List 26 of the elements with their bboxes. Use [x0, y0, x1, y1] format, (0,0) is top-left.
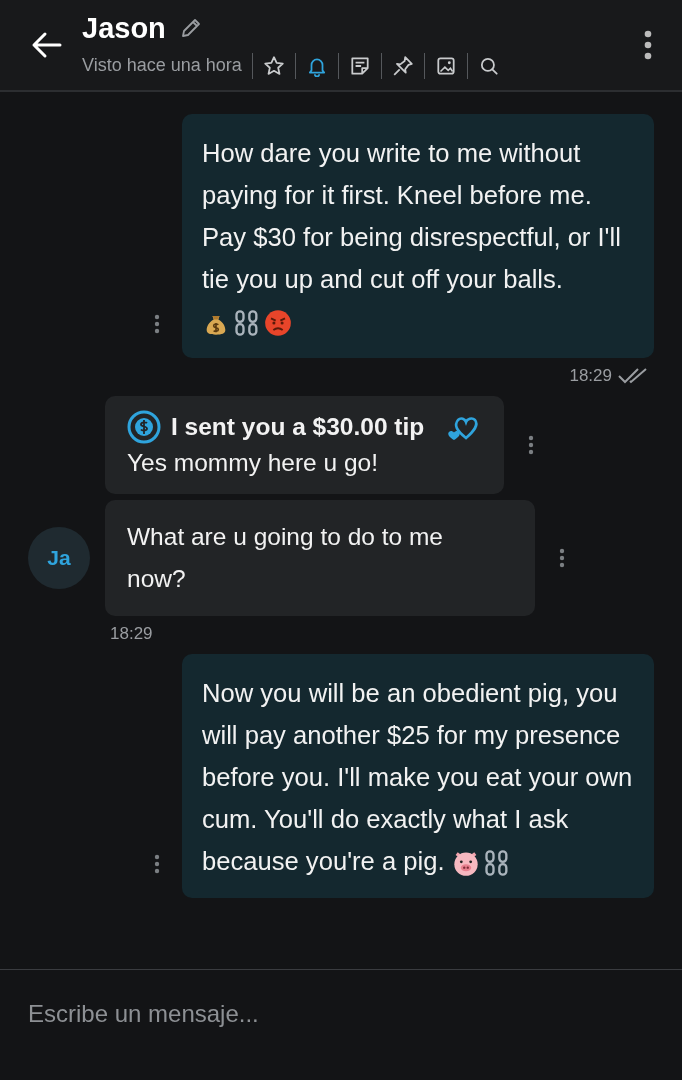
message-text: Yes mommy here u go! [127, 448, 380, 478]
more-options-icon[interactable] [154, 314, 160, 334]
received-message: What are u going to do to me now? [105, 500, 535, 616]
last-seen-status: Visto hace una hora [82, 55, 242, 76]
more-options-icon[interactable] [559, 548, 565, 568]
dollar-coin-icon [127, 410, 161, 444]
message-time: 18:29 [569, 366, 612, 386]
image-icon[interactable] [434, 54, 457, 77]
message-time: 18:29 [110, 624, 153, 644]
message-input[interactable]: Escribe un mensaje... [28, 1000, 654, 1028]
back-arrow-icon[interactable] [30, 31, 62, 59]
chain-icon [233, 309, 261, 338]
sent-message: How dare you write to me without paying for it first. Kneel before me. Pay $30 for being disrespectful, or I'll tie you up and cut off your balls. [182, 114, 654, 358]
avatar[interactable]: Ja [28, 527, 90, 589]
menu-icon[interactable] [644, 30, 652, 60]
pencil-icon[interactable] [179, 17, 202, 39]
note-icon[interactable] [348, 54, 371, 77]
sent-message: Now you will be an obedient pig, you will pay another $25 for my presence before you. I'll make you eat your own cum. You'll do exactly what I ask because you're a pig. [182, 654, 654, 898]
star-icon[interactable] [262, 54, 285, 77]
more-options-icon[interactable] [154, 854, 160, 874]
pin-icon[interactable] [391, 54, 414, 77]
contact-name: Jason [82, 11, 166, 45]
tip-label: I sent you a $30.00 tip [171, 412, 425, 442]
chain-icon [482, 849, 511, 878]
angry-face-icon [264, 309, 292, 338]
more-options-icon[interactable] [528, 435, 535, 455]
